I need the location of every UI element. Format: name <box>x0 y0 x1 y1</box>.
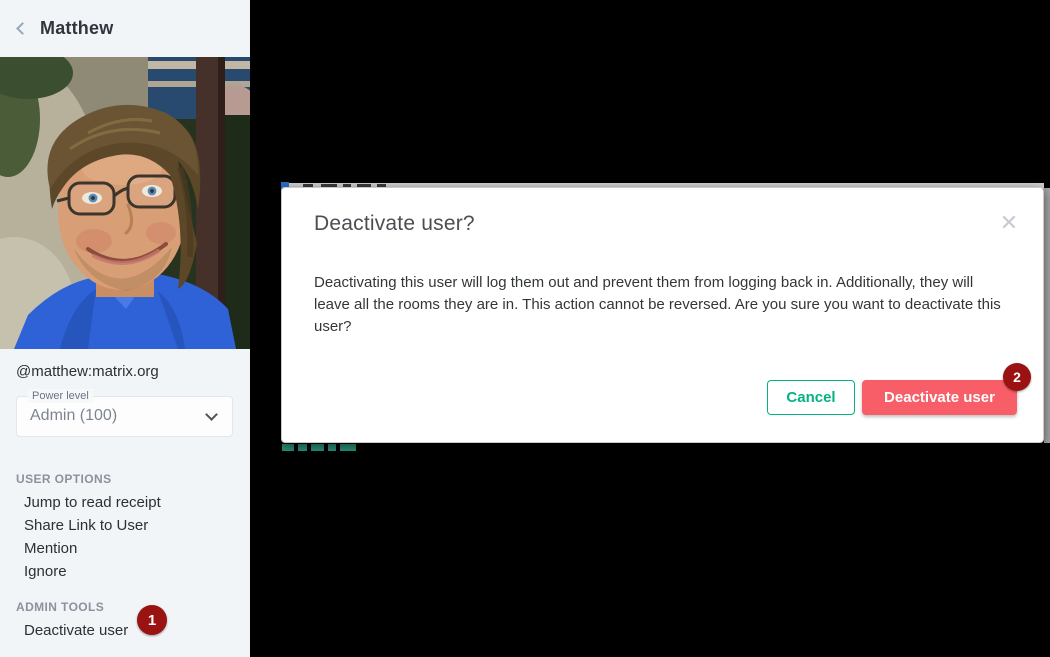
dialog-title: Deactivate user? <box>314 212 475 236</box>
back-button[interactable] <box>12 19 32 39</box>
profile-photo[interactable] <box>0 57 250 349</box>
section-heading-user-options: USER OPTIONS <box>16 472 111 486</box>
chevron-left-icon <box>16 22 29 35</box>
annotation-badge-2: 2 <box>1003 363 1031 391</box>
power-level-value: Admin (100) <box>30 407 117 425</box>
profile-photo-illustration <box>0 57 250 349</box>
dialog-right-shadow <box>1044 188 1050 443</box>
menu-item-mention[interactable]: Mention <box>24 540 77 557</box>
sidebar-header: Matthew <box>0 0 250 57</box>
menu-item-deactivate-user[interactable]: Deactivate user <box>24 622 128 639</box>
app-window: Deactivate user? ✕ Deactivating this use… <box>0 0 1050 657</box>
close-icon[interactable]: ✕ <box>999 214 1019 234</box>
underlying-page-sliver-bottom <box>278 444 364 452</box>
user-id: @matthew:matrix.org <box>16 363 159 380</box>
chevron-down-icon <box>205 408 218 421</box>
cancel-button[interactable]: Cancel <box>767 380 855 415</box>
menu-item-ignore[interactable]: Ignore <box>24 563 67 580</box>
member-info-sidebar: Matthew <box>0 0 250 657</box>
deactivate-user-confirm-button[interactable]: Deactivate user <box>862 380 1017 415</box>
menu-item-share-link-to-user[interactable]: Share Link to User <box>24 517 148 534</box>
annotation-badge-1: 1 <box>137 605 167 635</box>
menu-item-jump-to-read-receipt[interactable]: Jump to read receipt <box>24 494 161 511</box>
member-name-title: Matthew <box>40 18 113 39</box>
deactivate-user-dialog: Deactivate user? ✕ Deactivating this use… <box>281 187 1044 443</box>
power-level-select[interactable]: Power level Admin (100) <box>16 396 233 437</box>
dialog-button-row: Cancel Deactivate user <box>767 380 1017 415</box>
section-heading-admin-tools: ADMIN TOOLS <box>16 600 104 614</box>
power-level-label: Power level <box>28 389 93 403</box>
dialog-body-text: Deactivating this user will log them out… <box>314 272 1008 338</box>
